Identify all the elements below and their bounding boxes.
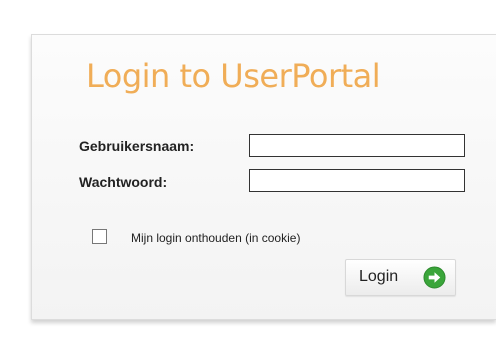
login-button[interactable]: Login xyxy=(345,259,456,296)
arrow-right-circle-icon xyxy=(423,266,446,289)
username-label: Gebruikersnaam: xyxy=(79,138,195,154)
username-input[interactable] xyxy=(249,134,465,157)
remember-me-checkbox[interactable] xyxy=(92,229,107,244)
login-button-label: Login xyxy=(359,268,399,285)
page-title: Login to UserPortal xyxy=(86,57,381,95)
password-label: Wachtwoord: xyxy=(79,174,168,190)
remember-me-label[interactable]: Mijn login onthouden (in cookie) xyxy=(131,231,300,245)
password-input[interactable] xyxy=(249,169,465,192)
